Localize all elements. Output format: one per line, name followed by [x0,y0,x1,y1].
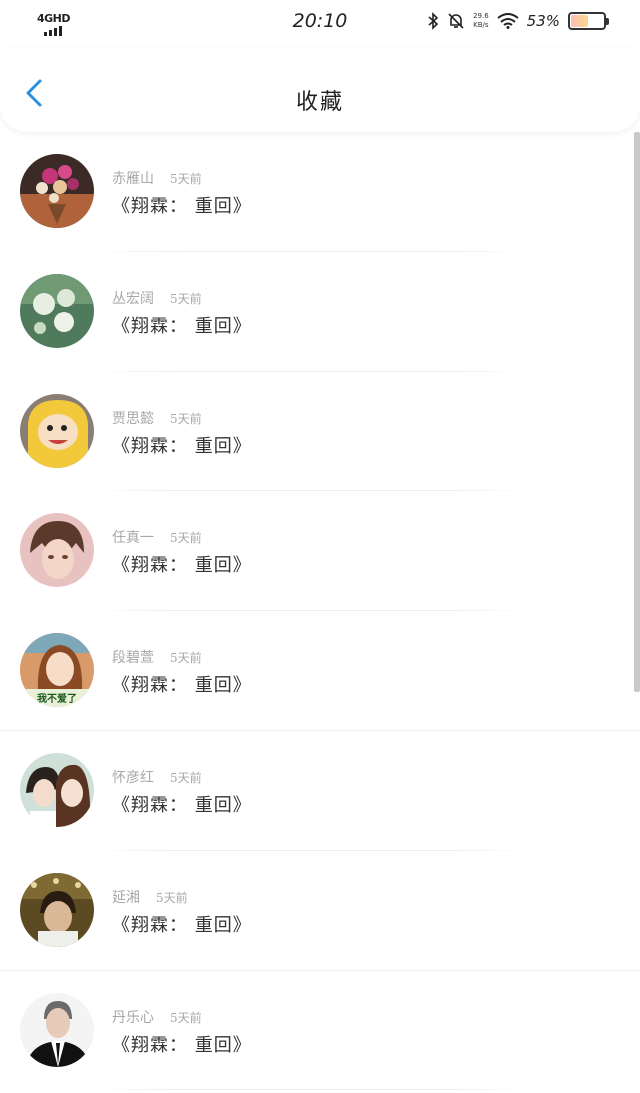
avatar[interactable]: 我不爱了 [20,633,94,708]
favorite-title[interactable]: 《翔霖： 重回》 [112,671,252,697]
favorite-title[interactable]: 《翔霖： 重回》 [112,192,252,218]
user-name: 段碧萱 [112,650,154,667]
divider [90,1089,530,1091]
post-time: 5天前 [170,770,202,785]
favorites-list: 赤雁山 5天前 《翔霖： 重回》 丛宏阔 5天前 《翔霖： 重回》 贾思懿 5天… [0,132,640,1091]
post-time: 5天前 [156,890,188,905]
network-speed: 29.6 KB/s [473,12,489,29]
avatar[interactable] [20,872,94,947]
wifi-icon [497,13,519,29]
post-time: 5天前 [170,651,202,666]
user-name: 赤雁山 [112,171,154,187]
avatar[interactable] [20,273,94,348]
favorite-title[interactable]: 《翔霖： 重回》 [112,551,252,577]
post-time: 5天前 [170,291,202,306]
avatar[interactable] [20,154,94,228]
favorite-title[interactable]: 《翔霖： 重回》 [112,791,252,817]
status-icons: 29.6 KB/s 53% [427,12,609,30]
user-name: 丛宏阔 [112,290,154,307]
post-time: 5天前 [170,1010,202,1025]
avatar[interactable] [20,992,94,1067]
favorite-title[interactable]: 《翔霖： 重回》 [112,1031,252,1057]
user-name: 丹乐心 [112,1009,154,1026]
favorite-title[interactable]: 《翔霖： 重回》 [112,432,252,458]
favorite-title[interactable]: 《翔霖： 重回》 [112,911,252,937]
list-item[interactable]: 贾思懿 5天前 《翔霖： 重回》 [0,372,640,492]
page-title: 收藏 [295,90,344,115]
list-item[interactable]: 赤雁山 5天前 《翔霖： 重回》 [0,132,640,252]
nav-header: 收藏 [0,48,640,132]
list-item[interactable]: 丹乐心 5天前 《翔霖： 重回》 [0,971,640,1091]
scrollbar[interactable] [634,132,640,692]
list-item[interactable]: 我不爱了 段碧萱 5天前 《翔霖： 重回》 [0,611,640,731]
post-time: 5天前 [170,531,202,546]
list-item[interactable]: 延湘 5天前 《翔霖： 重回》 [0,851,640,971]
avatar[interactable] [20,752,94,827]
user-name: 延湘 [112,889,140,906]
avatar[interactable] [20,393,94,468]
avatar[interactable] [20,513,94,588]
bell-off-icon [448,13,464,29]
post-time: 5天前 [170,172,202,186]
user-name: 怀彦红 [112,769,154,786]
battery-percent: 53% [526,12,560,30]
list-item[interactable]: 丛宏阔 5天前 《翔霖： 重回》 [0,252,640,372]
post-time: 5天前 [170,411,202,426]
user-name: 贾思懿 [112,410,154,427]
bluetooth-icon [428,12,439,30]
status-bar: 4GHD 20:10 29.6 KB/s 53% [0,0,640,48]
list-item[interactable]: 任真一 5天前 《翔霖： 重回》 [0,491,640,612]
battery-icon [568,12,609,30]
list-item[interactable]: 怀彦红 5天前 《翔霖： 重回》 [0,731,640,851]
user-name: 任真一 [112,530,154,547]
avatar-caption: 我不爱了 [37,692,77,705]
favorite-title[interactable]: 《翔霖： 重回》 [112,312,252,338]
